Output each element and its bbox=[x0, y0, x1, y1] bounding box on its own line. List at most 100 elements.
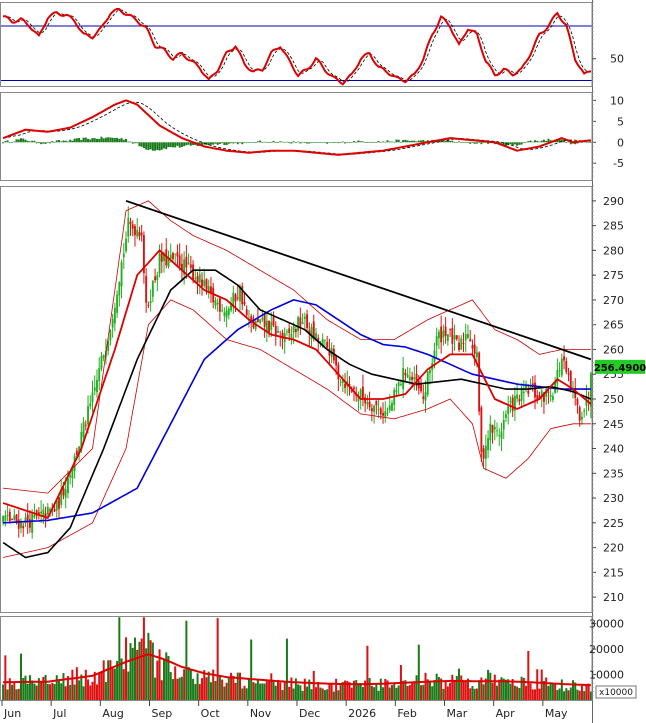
volume-bar bbox=[361, 686, 364, 700]
macd-histogram-bar bbox=[209, 142, 212, 145]
price-y-tick-label: 250 bbox=[603, 393, 624, 406]
volume-bar bbox=[478, 680, 481, 700]
volume-bar bbox=[95, 684, 98, 700]
candle-body bbox=[458, 342, 460, 351]
macd-histogram-bar bbox=[33, 140, 36, 143]
volume-bar bbox=[180, 676, 183, 700]
candle-body bbox=[424, 392, 427, 401]
candle-body bbox=[323, 340, 326, 342]
candle-body bbox=[516, 394, 519, 399]
macd-histogram-bar bbox=[111, 137, 114, 143]
x-tick-label: Dec bbox=[299, 707, 320, 720]
macd-histogram-bar bbox=[415, 141, 418, 143]
volume-bar bbox=[460, 675, 463, 700]
macd-histogram-bar bbox=[100, 136, 103, 143]
volume-bar bbox=[328, 684, 331, 700]
macd-histogram-bar bbox=[337, 142, 340, 144]
macd-histogram-bar bbox=[133, 142, 136, 144]
macd-histogram-bar bbox=[406, 140, 409, 143]
volume-bar bbox=[125, 637, 128, 700]
volume-bar bbox=[578, 690, 581, 700]
volume-bar bbox=[140, 638, 143, 700]
volume-bar bbox=[547, 685, 550, 700]
candle-body bbox=[120, 262, 123, 287]
candle-body bbox=[335, 355, 338, 366]
candle-body bbox=[435, 336, 438, 346]
candle-body bbox=[17, 519, 20, 529]
candle-body bbox=[122, 253, 125, 258]
macd-histogram-bar bbox=[62, 140, 65, 143]
candle-body bbox=[201, 279, 203, 287]
macd-histogram-bar bbox=[350, 142, 353, 143]
volume-bar bbox=[475, 688, 478, 700]
volume-bar bbox=[174, 666, 177, 700]
candle-body bbox=[471, 345, 474, 349]
volume-bar bbox=[420, 685, 423, 700]
candle-body bbox=[567, 373, 570, 375]
candle-body bbox=[551, 396, 554, 400]
volume-bar bbox=[583, 691, 586, 700]
volume-bar bbox=[473, 688, 476, 700]
candle-body bbox=[520, 388, 523, 401]
volume-bar bbox=[487, 669, 490, 700]
volume-y-tick-label: 20000 bbox=[589, 643, 624, 656]
candle-body bbox=[379, 408, 382, 415]
candle-body bbox=[411, 376, 414, 380]
candle-body bbox=[154, 276, 157, 281]
macd-histogram-bar bbox=[151, 142, 154, 151]
volume-bar bbox=[49, 684, 52, 700]
volume-bar bbox=[417, 644, 420, 700]
candle-body bbox=[462, 343, 465, 344]
price-y-tick-label: 275 bbox=[603, 269, 624, 282]
candle-body bbox=[196, 276, 199, 283]
macd-histogram-bar bbox=[451, 140, 454, 143]
candle-body bbox=[473, 344, 476, 354]
volume-bar bbox=[556, 689, 559, 700]
macd-histogram-bar bbox=[214, 142, 217, 144]
volume-bar bbox=[185, 620, 188, 700]
volume-bar bbox=[17, 688, 20, 700]
candle-body bbox=[482, 448, 485, 459]
volume-bar bbox=[395, 687, 398, 700]
candle-body bbox=[185, 256, 188, 268]
macd-histogram-bar bbox=[321, 141, 324, 143]
volume-bar bbox=[279, 682, 282, 700]
volume-bar bbox=[78, 680, 81, 700]
macd-histogram-bar bbox=[37, 142, 40, 144]
candle-body bbox=[151, 281, 154, 297]
volume-bar bbox=[216, 618, 219, 700]
volume-bar bbox=[205, 677, 208, 700]
volume-bar bbox=[428, 680, 431, 700]
candle-body bbox=[2, 515, 5, 523]
macd-histogram-bar bbox=[98, 138, 101, 143]
macd-histogram-bar bbox=[223, 142, 226, 145]
macd-histogram-bar bbox=[212, 142, 215, 145]
volume-bar bbox=[297, 684, 300, 700]
volume-bar bbox=[113, 668, 116, 700]
candle-body bbox=[413, 377, 416, 380]
macd-histogram-bar bbox=[534, 140, 537, 143]
macd-histogram-bar bbox=[466, 142, 469, 143]
macd-histogram-bar bbox=[529, 140, 532, 143]
volume-bar bbox=[449, 682, 452, 700]
macd-histogram-bar bbox=[35, 142, 38, 144]
volume-bar bbox=[19, 653, 23, 700]
macd-histogram-bar bbox=[408, 140, 411, 143]
volume-bar bbox=[565, 688, 568, 700]
bollinger-upper-band bbox=[3, 200, 591, 494]
macd-histogram-bar bbox=[239, 142, 242, 143]
macd-histogram-bar bbox=[15, 139, 18, 143]
volume-bar bbox=[75, 667, 78, 700]
candle-body bbox=[31, 513, 34, 533]
volume-bar bbox=[64, 686, 67, 700]
macd-histogram-bar bbox=[6, 140, 9, 143]
volume-bar bbox=[13, 682, 16, 700]
macd-histogram-bar bbox=[142, 142, 145, 149]
candle-body bbox=[288, 328, 291, 333]
candle-body bbox=[100, 356, 103, 369]
macd-histogram-bar bbox=[587, 142, 590, 143]
macd-histogram-bar bbox=[545, 140, 548, 143]
candle-body bbox=[149, 301, 152, 304]
candle-body bbox=[218, 298, 221, 312]
volume-bar bbox=[516, 686, 519, 700]
